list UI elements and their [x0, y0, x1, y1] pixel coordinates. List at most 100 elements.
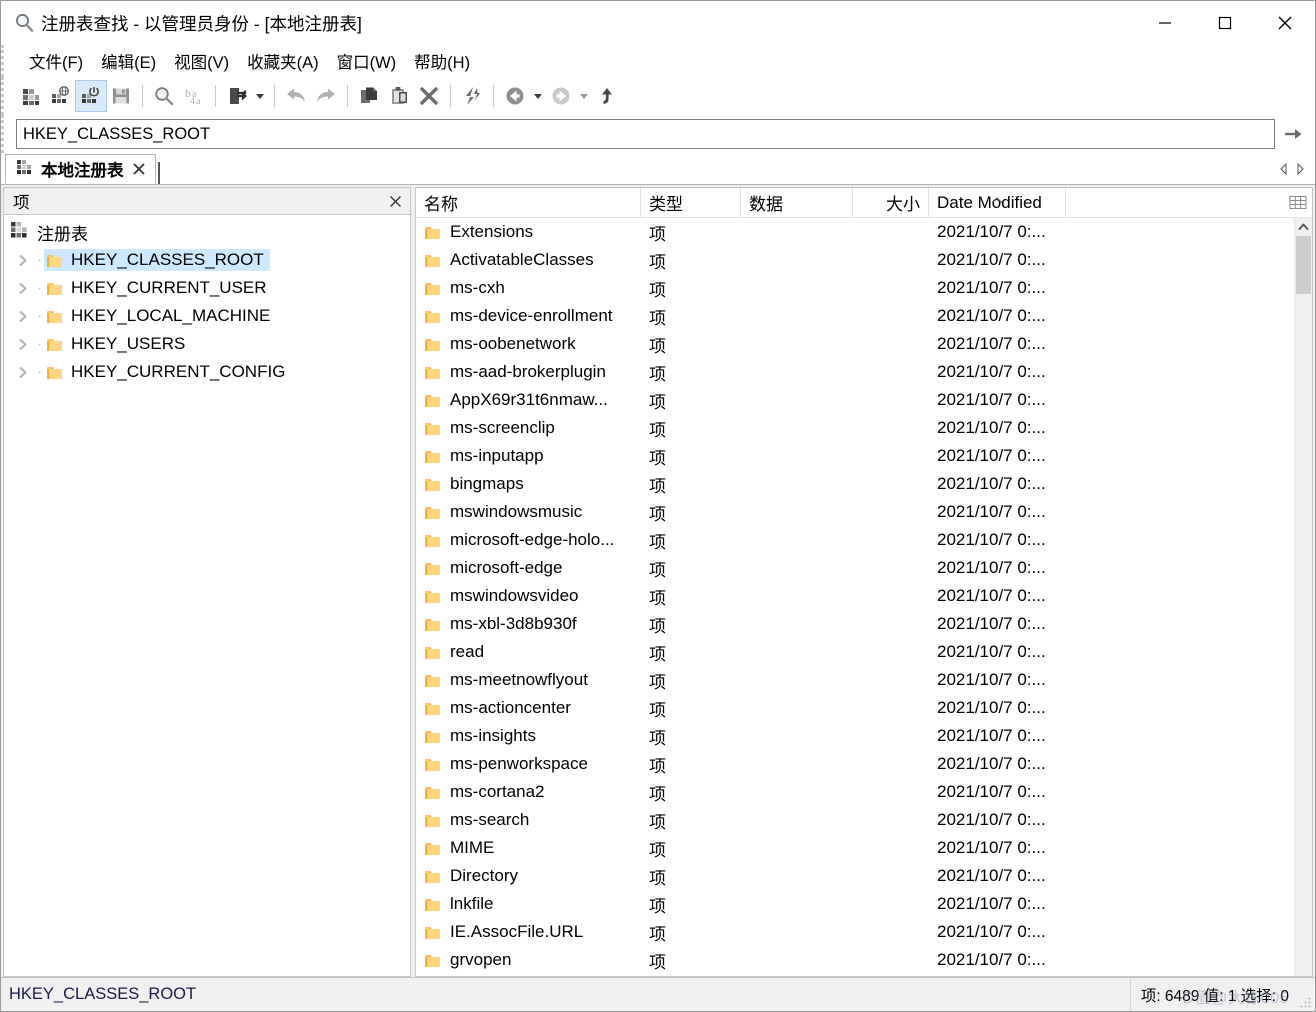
registry-power-icon[interactable]	[75, 80, 107, 112]
list-vertical-scrollbar[interactable]	[1294, 218, 1312, 976]
column-header-size[interactable]: 大小	[853, 188, 929, 217]
cell-name-label: MIME	[450, 838, 495, 857]
table-row[interactable]: ms-cortana2 项 2021/10/7 0:...	[416, 778, 1294, 806]
cell-type: 项	[649, 952, 666, 972]
column-header-name[interactable]: 名称	[416, 188, 641, 217]
tree-node-label-wrap[interactable]: HKEY_CURRENT_USER	[44, 277, 273, 299]
table-row[interactable]: bingmaps 项 2021/10/7 0:...	[416, 470, 1294, 498]
tree-node-root[interactable]: 注册表	[4, 218, 410, 246]
save-icon[interactable]	[106, 81, 136, 111]
resize-grip[interactable]	[1299, 978, 1315, 1011]
column-header-data[interactable]: 数据	[741, 188, 853, 217]
table-row[interactable]: ms-search 项 2021/10/7 0:...	[416, 806, 1294, 834]
tab-close-icon[interactable]	[131, 161, 147, 177]
menu-file[interactable]: 文件(F)	[20, 46, 92, 76]
table-row[interactable]: AppX69r31t6nmaw... 项 2021/10/7 0:...	[416, 386, 1294, 414]
up-icon[interactable]	[592, 81, 622, 111]
forward-icon[interactable]	[546, 81, 576, 111]
table-row[interactable]: Extensions 项 2021/10/7 0:...	[416, 218, 1294, 246]
menu-edit[interactable]: 编辑(E)	[92, 46, 165, 76]
table-row[interactable]: ms-aad-brokerplugin 项 2021/10/7 0:...	[416, 358, 1294, 386]
table-row[interactable]: ms-device-enrollment 项 2021/10/7 0:...	[416, 302, 1294, 330]
chevron-right-icon[interactable]	[12, 358, 34, 386]
folder-icon	[424, 253, 441, 268]
tree-node-label-wrap[interactable]: HKEY_USERS	[44, 333, 191, 355]
scroll-thumb[interactable]	[1296, 236, 1311, 294]
tree-node-hkey-current-config[interactable]: HKEY_CURRENT_CONFIG	[4, 358, 410, 386]
table-row[interactable]: ms-insights 项 2021/10/7 0:...	[416, 722, 1294, 750]
table-row[interactable]: ms-meetnowflyout 项 2021/10/7 0:...	[416, 666, 1294, 694]
chevron-right-icon[interactable]	[12, 302, 34, 330]
scroll-up-icon[interactable]	[1295, 218, 1312, 236]
registry-local-icon[interactable]	[16, 81, 46, 111]
table-row[interactable]: ActivatableClasses 项 2021/10/7 0:...	[416, 246, 1294, 274]
cell-size	[853, 918, 929, 946]
scroll-track[interactable]	[1295, 236, 1312, 976]
tab-scroll-right-icon[interactable]	[1293, 158, 1307, 180]
maximize-button[interactable]	[1195, 1, 1255, 45]
close-button[interactable]	[1255, 1, 1315, 45]
menu-favorites[interactable]: 收藏夹(A)	[238, 46, 328, 76]
export-icon[interactable]	[222, 81, 252, 111]
column-header-date-modified[interactable]: Date Modified	[929, 188, 1066, 217]
tree-node-label: HKEY_LOCAL_MACHINE	[71, 306, 271, 325]
tab-scroll-left-icon[interactable]	[1277, 158, 1291, 180]
table-row[interactable]: ms-oobenetwork 项 2021/10/7 0:...	[416, 330, 1294, 358]
tree-node-label-wrap[interactable]: HKEY_CLASSES_ROOT	[44, 249, 270, 271]
back-dropdown-arrow-icon[interactable]	[530, 81, 546, 111]
table-row[interactable]: mswindowsvideo 项 2021/10/7 0:...	[416, 582, 1294, 610]
table-row[interactable]: microsoft-edge-holo... 项 2021/10/7 0:...	[416, 526, 1294, 554]
table-row[interactable]: lnkfile 项 2021/10/7 0:...	[416, 890, 1294, 918]
copy-icon[interactable]	[354, 81, 384, 111]
table-row[interactable]: read 项 2021/10/7 0:...	[416, 638, 1294, 666]
paste-icon[interactable]	[384, 81, 414, 111]
tree-node-hkey-current-user[interactable]: HKEY_CURRENT_USER	[4, 274, 410, 302]
cell-size	[853, 442, 929, 470]
table-row[interactable]: ms-actioncenter 项 2021/10/7 0:...	[416, 694, 1294, 722]
forward-dropdown-arrow-icon[interactable]	[576, 81, 592, 111]
table-row[interactable]: grvopen 项 2021/10/7 0:...	[416, 946, 1294, 974]
table-row[interactable]: mswindowsmusic 项 2021/10/7 0:...	[416, 498, 1294, 526]
cell-data	[741, 386, 853, 414]
tree-pane-close-icon[interactable]	[386, 192, 404, 210]
table-row[interactable]: IE.AssocFile.URL 项 2021/10/7 0:...	[416, 918, 1294, 946]
tree-node-hkey-classes-root[interactable]: HKEY_CLASSES_ROOT	[4, 246, 410, 274]
redo-icon[interactable]	[311, 81, 341, 111]
table-row[interactable]: microsoft-edge 项 2021/10/7 0:...	[416, 554, 1294, 582]
chevron-right-icon[interactable]	[12, 274, 34, 302]
tree-node-label-wrap[interactable]: HKEY_CURRENT_CONFIG	[44, 361, 291, 383]
tree-view[interactable]: 注册表 HKEY_CLASSES_ROOT HKEY_CURRENT_USER …	[3, 215, 411, 977]
delete-icon[interactable]	[414, 81, 444, 111]
table-row[interactable]: Directory 项 2021/10/7 0:...	[416, 862, 1294, 890]
menu-help[interactable]: 帮助(H)	[405, 46, 479, 76]
undo-icon[interactable]	[281, 81, 311, 111]
menu-window[interactable]: 窗口(W)	[328, 46, 406, 76]
chevron-right-icon[interactable]	[12, 246, 34, 274]
tree-node-hkey-users[interactable]: HKEY_USERS	[4, 330, 410, 358]
go-button[interactable]	[1275, 119, 1311, 149]
minimize-button[interactable]	[1135, 1, 1195, 45]
table-row[interactable]: ms-cxh 项 2021/10/7 0:...	[416, 274, 1294, 302]
address-input[interactable]	[16, 119, 1275, 149]
folder-icon	[424, 729, 441, 744]
menu-view[interactable]: 视图(V)	[165, 46, 238, 76]
chevron-right-icon[interactable]	[12, 330, 34, 358]
cell-size	[853, 666, 929, 694]
registry-network-icon[interactable]	[46, 81, 76, 111]
replace-icon[interactable]: b a 4 a	[179, 81, 209, 111]
grid-icon[interactable]	[1284, 188, 1312, 217]
export-dropdown-arrow-icon[interactable]	[252, 81, 268, 111]
tree-node-hkey-local-machine[interactable]: HKEY_LOCAL_MACHINE	[4, 302, 410, 330]
back-icon[interactable]	[500, 81, 530, 111]
list-view[interactable]: Extensions 项 2021/10/7 0:... ActivatableCla…	[416, 218, 1294, 976]
table-row[interactable]: ms-screenclip 项 2021/10/7 0:...	[416, 414, 1294, 442]
table-row[interactable]: ms-xbl-3d8b930f 项 2021/10/7 0:...	[416, 610, 1294, 638]
table-row[interactable]: ms-inputapp 项 2021/10/7 0:...	[416, 442, 1294, 470]
table-row[interactable]: MIME 项 2021/10/7 0:...	[416, 834, 1294, 862]
tab-local-registry[interactable]: 本地注册表	[5, 154, 156, 184]
table-row[interactable]: ms-penworkspace 项 2021/10/7 0:...	[416, 750, 1294, 778]
search-icon[interactable]	[149, 81, 179, 111]
column-header-type[interactable]: 类型	[641, 188, 741, 217]
refresh-icon[interactable]	[457, 81, 487, 111]
tree-node-label-wrap[interactable]: HKEY_LOCAL_MACHINE	[44, 305, 276, 327]
